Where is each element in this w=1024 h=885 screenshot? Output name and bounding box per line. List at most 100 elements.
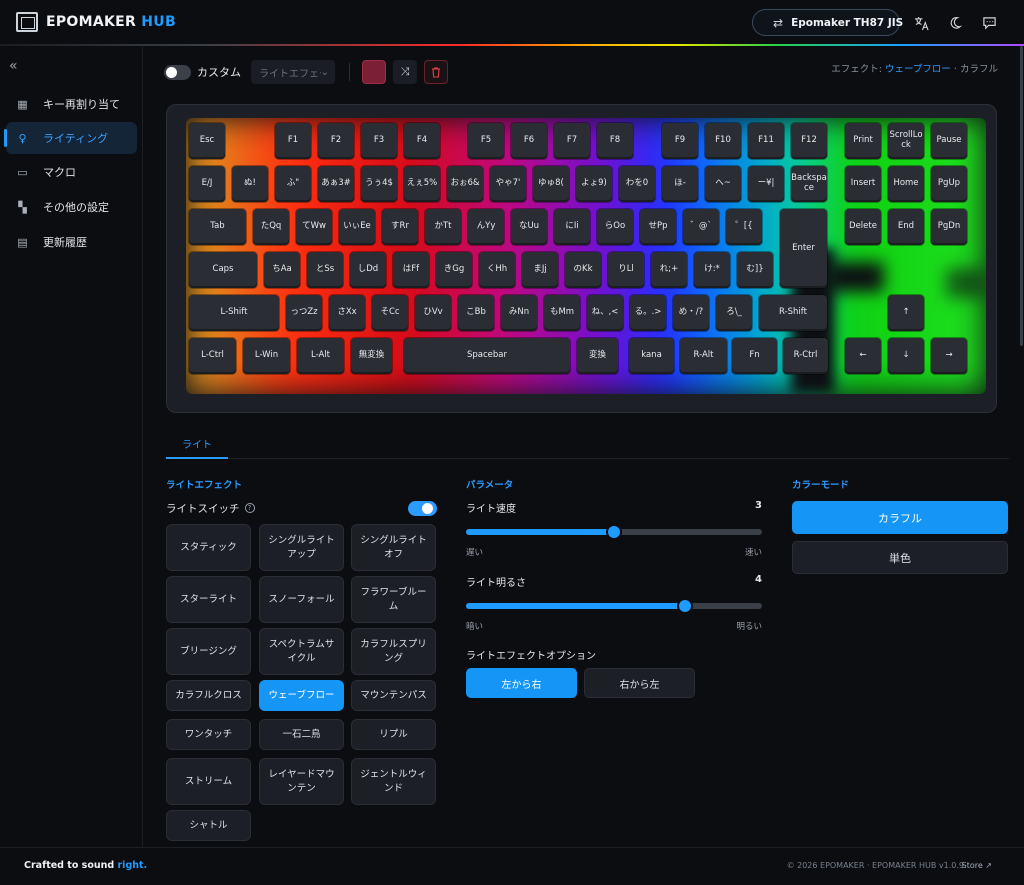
key-yy[interactable]: んYy bbox=[468, 209, 504, 245]
key-kk[interactable]: のKk bbox=[565, 252, 601, 288]
key[interactable]: ← bbox=[845, 338, 881, 374]
key-qq[interactable]: たQq bbox=[253, 209, 289, 245]
key[interactable]: ー¥| bbox=[748, 166, 784, 202]
key[interactable]: ほ- bbox=[662, 166, 698, 202]
key[interactable]: ね、,< bbox=[587, 295, 623, 331]
effect-button[interactable]: シャトル bbox=[166, 810, 251, 841]
key-f3[interactable]: F3 bbox=[361, 123, 397, 159]
key-7[interactable]: やゃ7' bbox=[490, 166, 526, 202]
tab-light[interactable]: ライト bbox=[166, 429, 228, 459]
key[interactable]: → bbox=[931, 338, 967, 374]
key-zz[interactable]: っつZz bbox=[286, 295, 322, 331]
key-pause[interactable]: Pause bbox=[931, 123, 967, 159]
sidebar-item-changelog[interactable]: ▤ 更新履歴 bbox=[6, 226, 137, 258]
effect-button[interactable]: フラワーブルーム bbox=[351, 576, 436, 623]
key-print[interactable]: Print bbox=[845, 123, 881, 159]
effect-button[interactable]: マウンテンパス bbox=[351, 680, 436, 711]
key[interactable]: ゜[{ bbox=[726, 209, 762, 245]
key-f11[interactable]: F11 bbox=[748, 123, 784, 159]
key-scrolllo-ck[interactable]: ScrollLo ck bbox=[888, 123, 924, 159]
effect-button[interactable]: スタティック bbox=[166, 524, 251, 571]
key-nn[interactable]: みNn bbox=[501, 295, 537, 331]
custom-toggle[interactable] bbox=[164, 64, 191, 80]
color-swatch[interactable] bbox=[362, 60, 386, 84]
right-to-left-button[interactable]: 右から左 bbox=[584, 668, 695, 698]
key-kana[interactable]: kana bbox=[629, 338, 674, 374]
key-dd[interactable]: しDd bbox=[350, 252, 386, 288]
effect-button[interactable]: カラフルクロス bbox=[166, 680, 251, 711]
key-f5[interactable]: F5 bbox=[468, 123, 504, 159]
colorful-button[interactable]: カラフル bbox=[792, 501, 1008, 534]
speed-slider-handle[interactable] bbox=[608, 526, 620, 538]
key-tab[interactable]: Tab bbox=[189, 209, 246, 245]
brightness-slider-handle[interactable] bbox=[679, 600, 692, 612]
key-f9[interactable]: F9 bbox=[662, 123, 698, 159]
effect-button[interactable]: レイヤードマウンテン bbox=[259, 758, 344, 805]
effect-button[interactable]: シングルライトアップ bbox=[259, 524, 344, 571]
effect-button[interactable]: スターライト bbox=[166, 576, 251, 623]
brightness-slider[interactable] bbox=[466, 600, 762, 612]
key[interactable]: へ~ bbox=[705, 166, 741, 202]
feedback-icon[interactable] bbox=[980, 14, 998, 32]
key[interactable]: む]} bbox=[737, 252, 773, 288]
effect-button[interactable]: ストリーム bbox=[166, 758, 251, 805]
key-cc[interactable]: そCc bbox=[372, 295, 408, 331]
device-selector[interactable]: ⇄ Epomaker TH87 JIS bbox=[752, 9, 903, 36]
single-color-button[interactable]: 単色 bbox=[792, 541, 1008, 574]
key[interactable]: ふ" bbox=[275, 166, 311, 202]
key-l-ctrl[interactable]: L-Ctrl bbox=[189, 338, 236, 374]
key-9[interactable]: よょ9) bbox=[576, 166, 612, 202]
effect-button[interactable]: シングルライトオフ bbox=[351, 524, 436, 571]
key-4[interactable]: うぅ4$ bbox=[361, 166, 397, 202]
key-end[interactable]: End bbox=[888, 209, 924, 245]
key-xx[interactable]: さXx bbox=[329, 295, 365, 331]
key-gg[interactable]: きGg bbox=[436, 252, 472, 288]
key-oo[interactable]: らOo bbox=[597, 209, 633, 245]
left-to-right-button[interactable]: 左から右 bbox=[466, 668, 577, 698]
effect-button[interactable]: ブリージング bbox=[166, 628, 251, 675]
key[interactable]: ↓ bbox=[888, 338, 924, 374]
key-enter[interactable]: Enter bbox=[780, 209, 827, 288]
key-f6[interactable]: F6 bbox=[511, 123, 547, 159]
key-l-shift[interactable]: L-Shift bbox=[189, 295, 279, 331]
sidebar-item-other-settings[interactable]: ▚ その他の設定 bbox=[6, 191, 137, 223]
dark-mode-icon[interactable] bbox=[946, 14, 964, 32]
key[interactable]: 無変換 bbox=[351, 338, 392, 374]
key[interactable]: ↑ bbox=[888, 295, 924, 331]
sidebar-item-lighting[interactable]: ♀ ライティング bbox=[4, 122, 137, 154]
key[interactable]: ぬ! bbox=[232, 166, 268, 202]
language-icon[interactable] bbox=[912, 14, 930, 32]
key-rr[interactable]: すRr bbox=[382, 209, 418, 245]
key-ll[interactable]: りLl bbox=[608, 252, 644, 288]
key-0[interactable]: わを0 bbox=[619, 166, 655, 202]
key-f10[interactable]: F10 bbox=[705, 123, 741, 159]
key-3[interactable]: あぁ3# bbox=[318, 166, 354, 202]
delete-button[interactable] bbox=[424, 60, 448, 84]
effect-button[interactable]: ジェントルウィンド bbox=[351, 758, 436, 805]
key-jj[interactable]: まJj bbox=[522, 252, 558, 288]
effect-button[interactable]: ウェーブフロー bbox=[259, 680, 344, 711]
effect-button[interactable]: 一石二鳥 bbox=[259, 719, 344, 750]
key-home[interactable]: Home bbox=[888, 166, 924, 202]
key-f2[interactable]: F2 bbox=[318, 123, 354, 159]
key-pgdn[interactable]: PgDn bbox=[931, 209, 967, 245]
key-esc[interactable]: Esc bbox=[189, 123, 225, 159]
key-l-alt[interactable]: L-Alt bbox=[297, 338, 344, 374]
key-caps[interactable]: Caps bbox=[189, 252, 257, 288]
collapse-sidebar-icon[interactable]: « bbox=[9, 58, 18, 74]
effect-button[interactable]: スノーフォール bbox=[259, 576, 344, 623]
scrollbar[interactable] bbox=[1014, 46, 1024, 847]
speed-slider[interactable] bbox=[466, 526, 762, 538]
light-switch-toggle[interactable] bbox=[408, 500, 437, 516]
key-8[interactable]: ゆゅ8( bbox=[533, 166, 569, 202]
key[interactable]: ゛@` bbox=[683, 209, 719, 245]
key-fn[interactable]: Fn bbox=[732, 338, 777, 374]
key-ff[interactable]: はFf bbox=[393, 252, 429, 288]
key[interactable]: 変換 bbox=[577, 338, 618, 374]
sidebar-item-key-remap[interactable]: ▦ キー再割り当て bbox=[6, 88, 137, 120]
effect-button[interactable]: ワンタッチ bbox=[166, 719, 251, 750]
key[interactable]: ろ\_ bbox=[716, 295, 752, 331]
key-hh[interactable]: くHh bbox=[479, 252, 515, 288]
key-aa[interactable]: ちAa bbox=[264, 252, 300, 288]
key-insert[interactable]: Insert bbox=[845, 166, 881, 202]
